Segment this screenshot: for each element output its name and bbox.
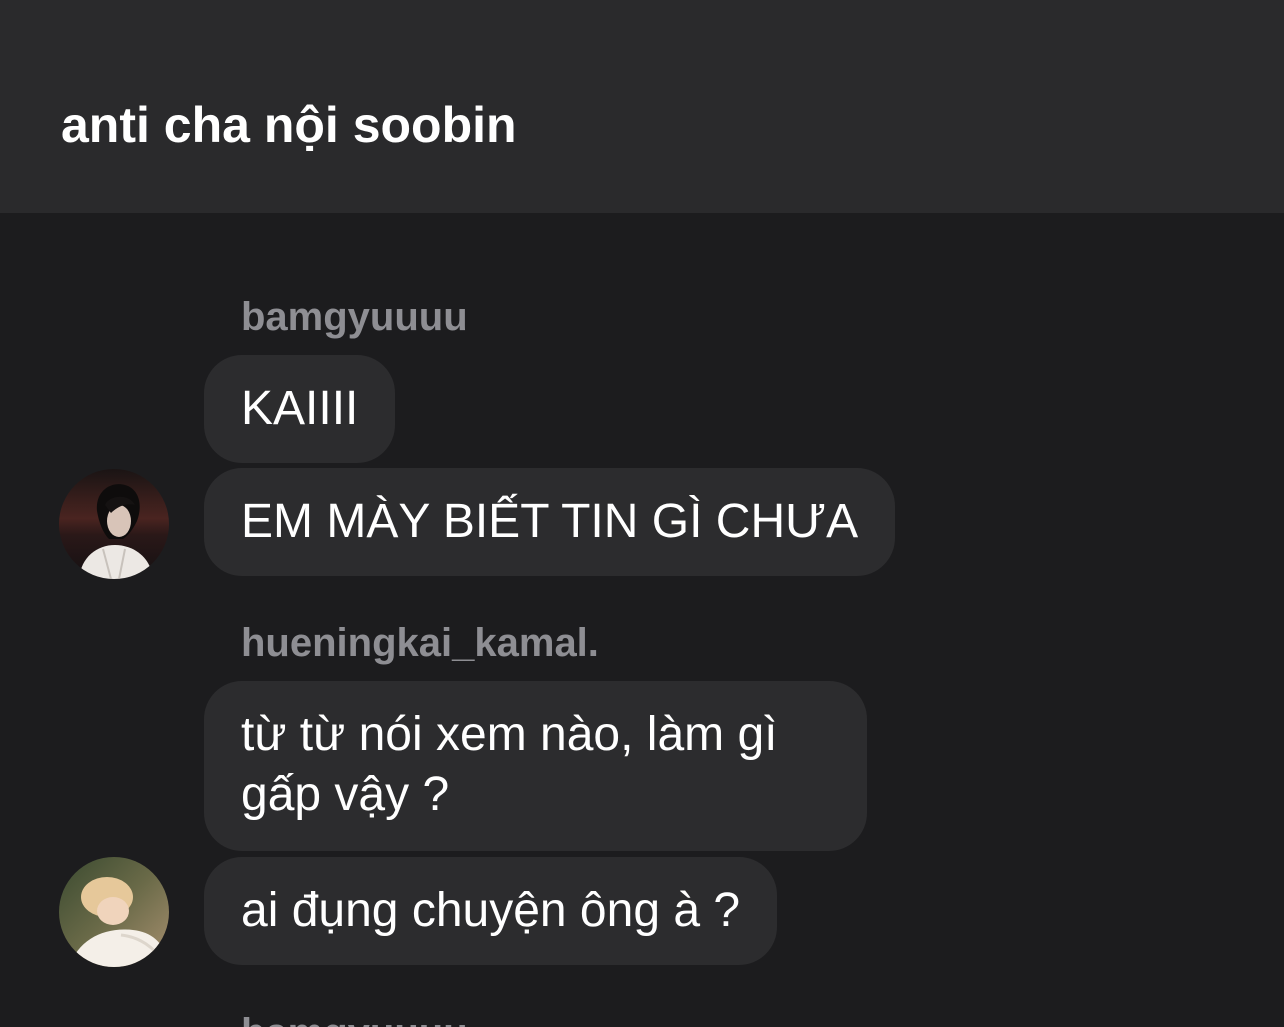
message-list[interactable]: bamgyuuuu KAIIII EM MÀY BIẾT TIN GÌ CHƯA… — [0, 213, 1284, 1027]
message-bubble[interactable]: từ từ nói xem nào, làm gì gấp vậy ? — [204, 681, 867, 851]
avatar-hueningkai[interactable] — [59, 857, 169, 967]
message-bubble[interactable]: EM MÀY BIẾT TIN GÌ CHƯA — [204, 468, 896, 576]
message-bubble[interactable]: ai đụng chuyện ông à ? — [204, 857, 778, 965]
sender-name[interactable]: bamgyuuuu — [241, 293, 468, 341]
avatar-image — [59, 469, 169, 579]
chat-title[interactable]: anti cha nội soobin — [61, 94, 517, 156]
sender-name[interactable]: hueningkai_kamal. — [241, 619, 599, 667]
avatar-bamgyuuuu[interactable] — [59, 469, 169, 579]
sender-name[interactable]: bamgyuuuu — [241, 1009, 468, 1027]
avatar-image — [59, 857, 169, 967]
message-bubble[interactable]: KAIIII — [204, 355, 396, 463]
chat-header: anti cha nội soobin — [0, 0, 1284, 213]
